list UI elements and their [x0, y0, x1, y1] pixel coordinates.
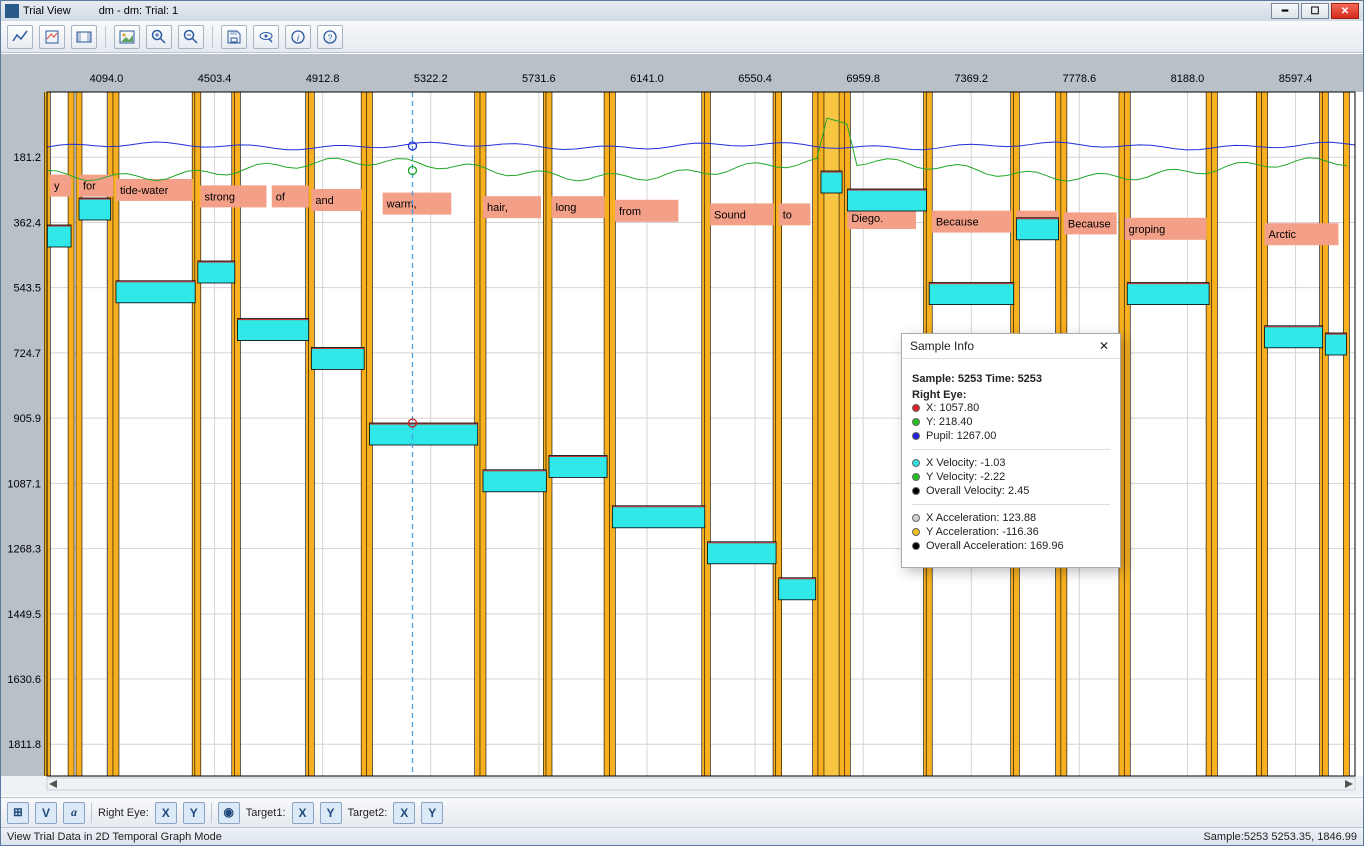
svg-text:905.9: 905.9 — [13, 413, 41, 425]
status-bar: View Trial Data in 2D Temporal Graph Mod… — [1, 827, 1363, 845]
svg-text:y: y — [54, 181, 60, 193]
svg-text:from: from — [619, 206, 641, 218]
svg-text:i: i — [297, 33, 300, 43]
svg-text:181.2: 181.2 — [13, 152, 41, 164]
svg-text:5322.2: 5322.2 — [414, 73, 448, 85]
target1-y-button[interactable]: Y — [320, 802, 342, 824]
svg-text:for: for — [83, 181, 96, 193]
svg-text:5731.6: 5731.6 — [522, 73, 556, 85]
sample-info-header: Sample: 5253 Time: 5253 — [912, 373, 1110, 385]
chart-area[interactable]: 4094.0 4503.4 4912.8 5322.2 5731.6 6141.0 6550… — [1, 53, 1363, 797]
target-marker-button[interactable]: ◉ — [218, 802, 240, 824]
target2-x-button[interactable]: X — [393, 802, 415, 824]
target1-label: Target1: — [246, 807, 286, 819]
temporal-graph[interactable]: 4094.0 4503.4 4912.8 5322.2 5731.6 6141.0 6550… — [1, 53, 1363, 797]
svg-text:strong: strong — [204, 191, 235, 203]
sample-info-close-button[interactable]: ✕ — [1096, 338, 1112, 354]
right-eye-y-button[interactable]: Y — [183, 802, 205, 824]
svg-text:7369.2: 7369.2 — [954, 73, 988, 85]
status-coordinates: Sample:5253 5253.35, 1846.99 — [1203, 831, 1357, 843]
svg-text:?: ? — [328, 33, 333, 42]
svg-text:groping: groping — [1129, 224, 1166, 236]
svg-text:6959.8: 6959.8 — [846, 73, 880, 85]
animation-playback-button[interactable] — [71, 25, 97, 49]
temporal-graph-button[interactable] — [7, 25, 33, 49]
svg-text:6550.4: 6550.4 — [738, 73, 772, 85]
svg-text:543.5: 543.5 — [13, 283, 41, 295]
svg-text:1449.5: 1449.5 — [7, 609, 41, 621]
eye-zoom-button[interactable] — [253, 25, 279, 49]
svg-text:1630.6: 1630.6 — [7, 674, 41, 686]
sample-info-eye-label: Right Eye: — [912, 389, 1110, 401]
window-minimize-button[interactable]: ━ — [1271, 3, 1299, 19]
window-close-button[interactable]: ✕ — [1331, 3, 1359, 19]
target1-x-button[interactable]: X — [292, 802, 314, 824]
svg-text:4503.4: 4503.4 — [198, 73, 232, 85]
window-maximize-button[interactable]: ☐ — [1301, 3, 1329, 19]
svg-text:4912.8: 4912.8 — [306, 73, 340, 85]
acceleration-toggle-button[interactable]: a — [63, 802, 85, 824]
svg-text:4094.0: 4094.0 — [90, 73, 124, 85]
main-toolbar: i ? — [1, 21, 1363, 53]
svg-text:362.4: 362.4 — [13, 217, 41, 229]
svg-text:hair,: hair, — [487, 202, 508, 214]
svg-text:to: to — [783, 209, 792, 221]
svg-text:Because: Because — [1068, 218, 1111, 230]
target2-label: Target2: — [348, 807, 388, 819]
sample-info-popup: Sample Info ✕ Sample: 5253 Time: 5253 Ri… — [901, 333, 1121, 568]
save-button[interactable] — [221, 25, 247, 49]
svg-text:1811.8: 1811.8 — [8, 739, 41, 751]
svg-text:Sound: Sound — [714, 209, 746, 221]
svg-text:8597.4: 8597.4 — [1279, 73, 1313, 85]
svg-text:Because: Because — [936, 217, 979, 229]
svg-text:8188.0: 8188.0 — [1171, 73, 1205, 85]
svg-text:1268.3: 1268.3 — [7, 544, 41, 556]
right-eye-label: Right Eye: — [98, 807, 149, 819]
svg-text:and: and — [315, 195, 333, 207]
right-eye-x-button[interactable]: X — [155, 802, 177, 824]
bottom-toolbar: ⊞ V a Right Eye: X Y ◉ Target1: X Y Targ… — [1, 797, 1363, 827]
svg-text:Diego.: Diego. — [851, 213, 883, 225]
window-title: Trial View — [23, 5, 71, 17]
svg-text:7778.6: 7778.6 — [1063, 73, 1097, 85]
sample-info-title: Sample Info — [910, 339, 974, 353]
svg-text:1087.1: 1087.1 — [7, 478, 41, 490]
svg-text:of: of — [276, 191, 286, 203]
svg-text:Arctic: Arctic — [1269, 229, 1297, 241]
zoom-out-button[interactable] — [178, 25, 204, 49]
spatial-overlay-button[interactable] — [39, 25, 65, 49]
window-titlebar: Trial View dm - dm: Trial: 1 ━ ☐ ✕ — [1, 1, 1363, 21]
svg-text:6141.0: 6141.0 — [630, 73, 664, 85]
target2-y-button[interactable]: Y — [421, 802, 443, 824]
zoom-in-button[interactable] — [146, 25, 172, 49]
help-button[interactable]: ? — [317, 25, 343, 49]
info-button[interactable]: i — [285, 25, 311, 49]
window-document: dm - dm: Trial: 1 — [99, 5, 178, 17]
grid-toggle-button[interactable]: ⊞ — [7, 802, 29, 824]
svg-text:724.7: 724.7 — [13, 348, 41, 360]
image-view-button[interactable] — [114, 25, 140, 49]
velocity-toggle-button[interactable]: V — [35, 802, 57, 824]
svg-text:long: long — [556, 202, 577, 214]
app-icon — [5, 4, 19, 18]
svg-text:tide-water: tide-water — [120, 185, 169, 197]
status-mode-text: View Trial Data in 2D Temporal Graph Mod… — [7, 831, 222, 843]
